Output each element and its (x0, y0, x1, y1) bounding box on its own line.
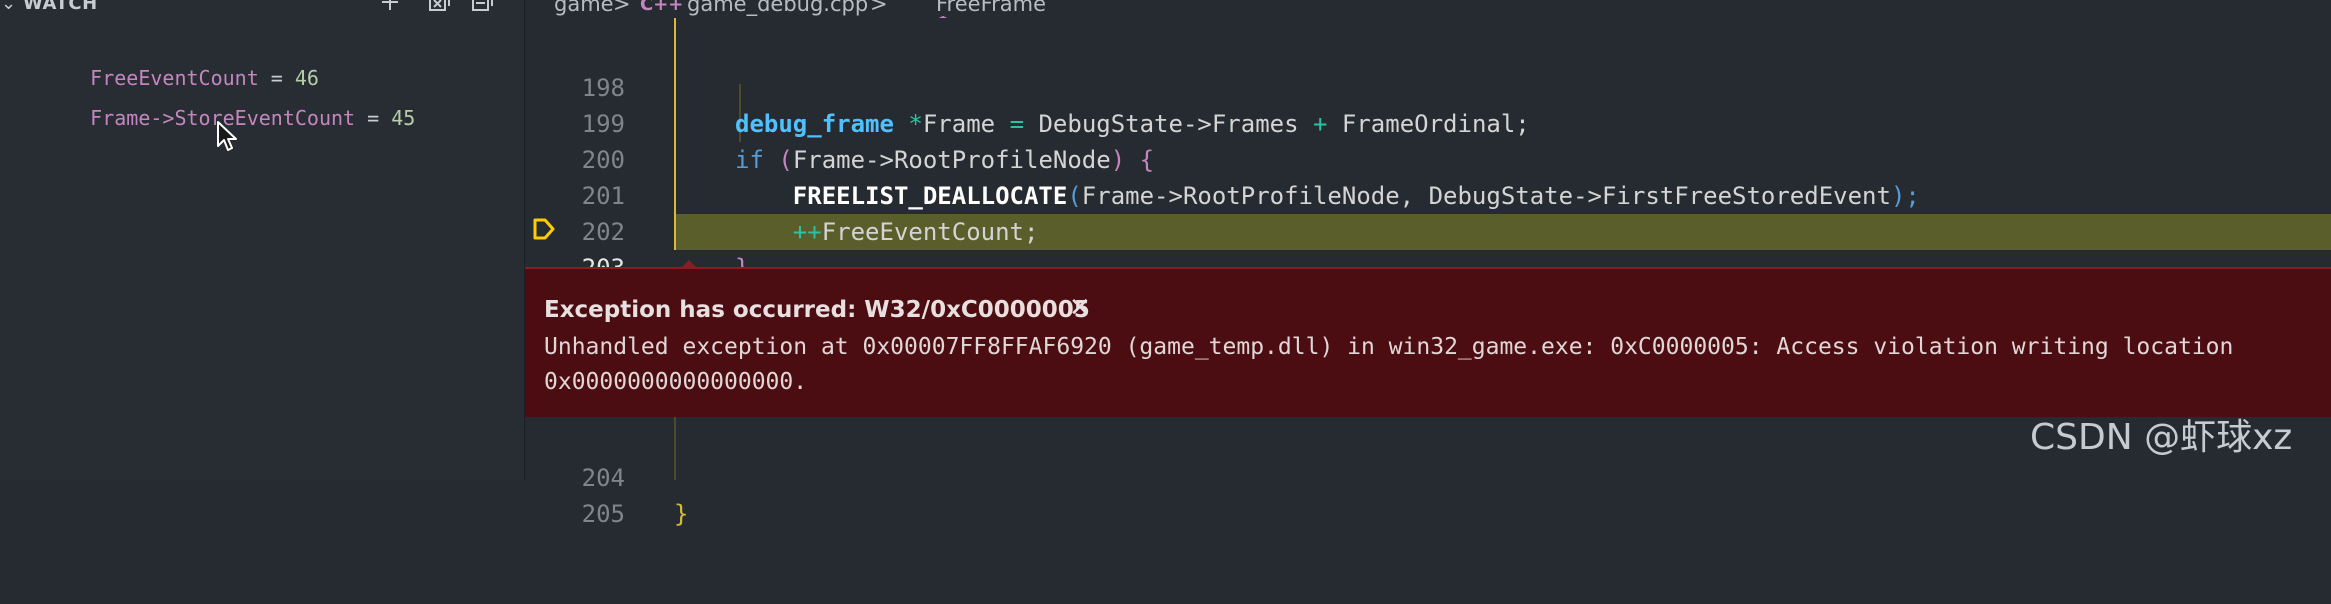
remove-all-icon[interactable] (427, 0, 453, 12)
code-token: } (674, 500, 689, 528)
code-line[interactable]: 201 ++FreeEventCount; (525, 142, 2331, 246)
chevron-down-icon[interactable]: ⌄ (1, 0, 16, 14)
exception-message-cont: 0x0000000000000000. (544, 369, 808, 395)
exception-widget: Exception has occurred: W32/0xC0000005 ✕… (525, 260, 2331, 417)
exception-caret (681, 260, 697, 268)
breadcrumb-folder[interactable]: game (554, 0, 614, 15)
breadcrumb: game > C++ game_debug.cpp > FreeFrame (525, 0, 2331, 34)
breadcrumb-file[interactable]: game_debug.cpp (687, 0, 868, 15)
line-number: 205 (581, 500, 625, 528)
collapse-all-icon[interactable] (470, 0, 496, 12)
code-line-current[interactable]: 203 Assert(Frame->StoreEventCount == Fre… (525, 214, 2331, 318)
cpp-file-icon: C++ (640, 0, 684, 15)
watch-title: WATCH (23, 0, 98, 14)
watch-header[interactable]: ⌄ WATCH (0, 0, 524, 18)
watch-panel: ⌄ WATCH FreeEventCount = 46 Frame->Store… (0, 0, 525, 480)
code-text: } (674, 496, 688, 532)
exception-title: Exception has occurred: W32/0xC0000005 (544, 297, 1090, 323)
watch-item-store-event-count[interactable]: Frame->StoreEventCount = 45 (42, 73, 415, 130)
exception-message: Unhandled exception at 0x00007FF8FFAF692… (544, 334, 2234, 360)
watermark: CSDN @虾球xz (2030, 417, 2293, 458)
breadcrumb-separator: > (613, 0, 631, 16)
code-line[interactable]: 200 FREELIST_DEALLOCATE(Frame->RootProfi… (525, 106, 2331, 210)
watch-equals: = (355, 106, 392, 130)
code-line[interactable]: 198 debug_frame *Frame = DebugState->Fra… (525, 34, 2331, 138)
watch-item-free-event-count[interactable]: FreeEventCount = 46 (42, 33, 319, 90)
code-line[interactable]: 202 } (525, 178, 2331, 282)
breadcrumb-symbol[interactable]: FreeFrame (936, 0, 1046, 15)
watch-value: 45 (391, 106, 416, 130)
mouse-pointer-icon (216, 120, 238, 156)
breadcrumb-separator: > (870, 0, 888, 16)
code-line[interactable]: 199 if (Frame->RootProfileNode) { (525, 70, 2331, 174)
code-line[interactable]: 205 (525, 460, 2331, 528)
close-icon[interactable]: ✕ (1069, 295, 1091, 321)
add-expression-icon[interactable] (379, 0, 405, 12)
